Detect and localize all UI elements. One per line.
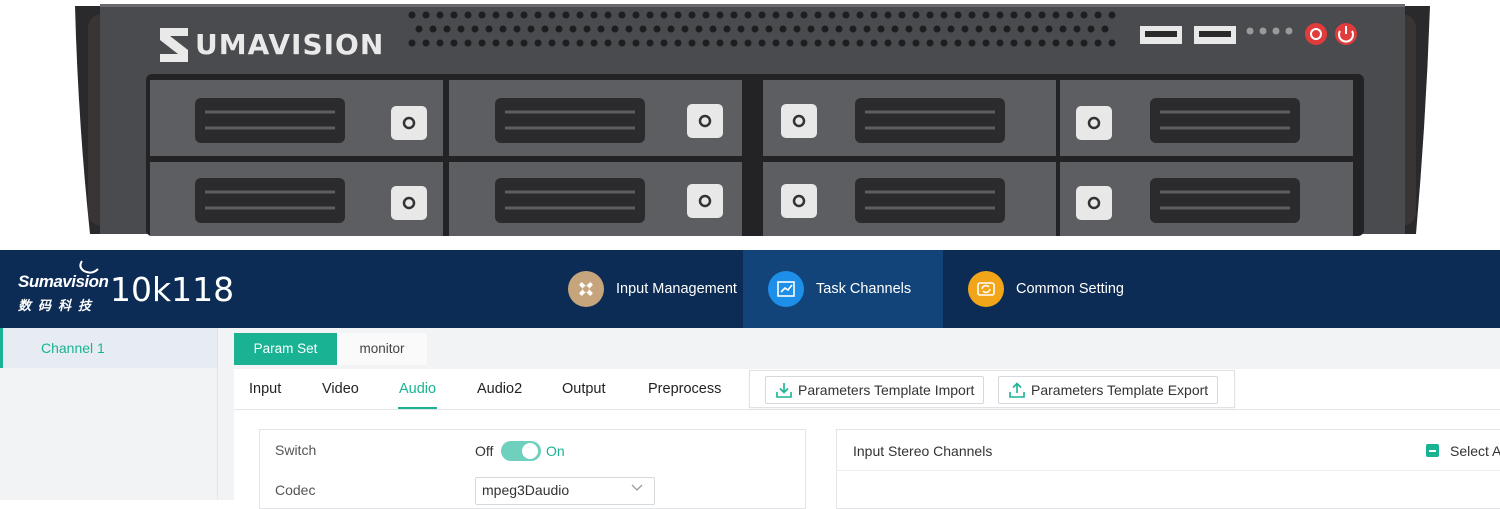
subtab-preprocess[interactable]: Preprocess — [648, 381, 721, 397]
nav-input-management[interactable]: Input Management — [568, 250, 737, 328]
nav-label: Input Management — [616, 281, 737, 297]
template-import-label: Parameters Template Import — [798, 382, 975, 398]
chevron-down-icon — [631, 484, 643, 491]
nav-common-setting[interactable]: Common Setting — [968, 250, 1124, 328]
switch-off-label: Off — [475, 443, 494, 459]
template-import-button[interactable]: Parameters Template Import — [765, 376, 984, 404]
company-logo-chinese: 数码科技 — [18, 299, 99, 314]
tab-monitor[interactable]: monitor — [337, 333, 427, 365]
sidebar-item-channel-1[interactable]: Channel 1 — [0, 328, 217, 368]
switch-knob — [522, 443, 538, 459]
switch-on-label: On — [546, 443, 565, 459]
nav-label: Common Setting — [1016, 281, 1124, 297]
switch-label: Switch — [275, 442, 317, 458]
device-brand-text: UMAVISION — [195, 28, 385, 61]
subtabs-divider — [234, 409, 1500, 410]
upload-icon — [1009, 382, 1025, 398]
product-name: 10k118 — [110, 270, 235, 309]
stereo-channels-title: Input Stereo Channels — [853, 443, 993, 459]
stereo-channels-card — [836, 429, 1500, 509]
codec-label: Codec — [275, 482, 316, 498]
subtab-audio2[interactable]: Audio2 — [477, 381, 522, 397]
tab-param-set[interactable]: Param Set — [234, 333, 337, 365]
company-logo: Sumavision — [18, 272, 109, 291]
device-illustration: UMAVISION — [0, 0, 1500, 250]
subtab-audio[interactable]: Audio — [399, 381, 436, 397]
card-header-divider — [836, 470, 1500, 471]
subtab-video[interactable]: Video — [322, 381, 359, 397]
select-all-checkbox[interactable] — [1426, 444, 1439, 457]
nav-task-channels[interactable]: Task Channels — [743, 250, 943, 328]
active-tab-indicator — [398, 407, 437, 409]
template-export-label: Parameters Template Export — [1031, 382, 1209, 398]
template-export-button[interactable]: Parameters Template Export — [998, 376, 1218, 404]
refresh-icon — [968, 271, 1004, 307]
satellite-icon — [568, 271, 604, 307]
chart-icon — [768, 271, 804, 307]
subtab-input[interactable]: Input — [249, 381, 281, 397]
select-all-label: Select A — [1450, 443, 1500, 459]
subtab-output[interactable]: Output — [562, 381, 606, 397]
download-icon — [776, 383, 792, 398]
codec-select[interactable]: mpeg3Daudio — [475, 477, 655, 505]
nav-label: Task Channels — [816, 281, 912, 297]
